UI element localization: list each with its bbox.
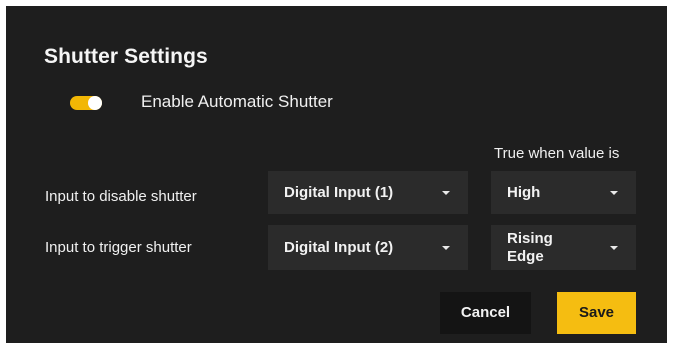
true-when-value-is-header: True when value is <box>494 145 620 162</box>
disable-shutter-input-select[interactable]: Digital Input (1) <box>268 171 468 214</box>
disable-shutter-condition-select[interactable]: High <box>491 171 636 214</box>
trigger-shutter-input-select[interactable]: Digital Input (2) <box>268 225 468 270</box>
trigger-shutter-condition-value: Rising Edge <box>507 229 553 265</box>
trigger-shutter-label: Input to trigger shutter <box>45 239 192 256</box>
disable-shutter-label: Input to disable shutter <box>45 188 197 205</box>
enable-automatic-shutter-toggle[interactable] <box>70 96 102 110</box>
cancel-button[interactable]: Cancel <box>440 292 531 334</box>
chevron-down-icon <box>610 190 618 195</box>
disable-shutter-input-value: Digital Input (1) <box>284 183 394 201</box>
save-button[interactable]: Save <box>557 292 636 334</box>
shutter-settings-dialog: Shutter Settings Enable Automatic Shutte… <box>6 6 667 343</box>
enable-automatic-shutter-label: Enable Automatic Shutter <box>141 92 333 111</box>
trigger-shutter-input-value: Digital Input (2) <box>284 238 394 256</box>
trigger-shutter-condition-select[interactable]: Rising Edge <box>491 225 636 270</box>
toggle-knob <box>88 96 102 110</box>
chevron-down-icon <box>610 245 618 250</box>
chevron-down-icon <box>442 245 450 250</box>
chevron-down-icon <box>442 190 450 195</box>
dialog-title: Shutter Settings <box>44 45 208 68</box>
disable-shutter-condition-value: High <box>507 183 541 201</box>
